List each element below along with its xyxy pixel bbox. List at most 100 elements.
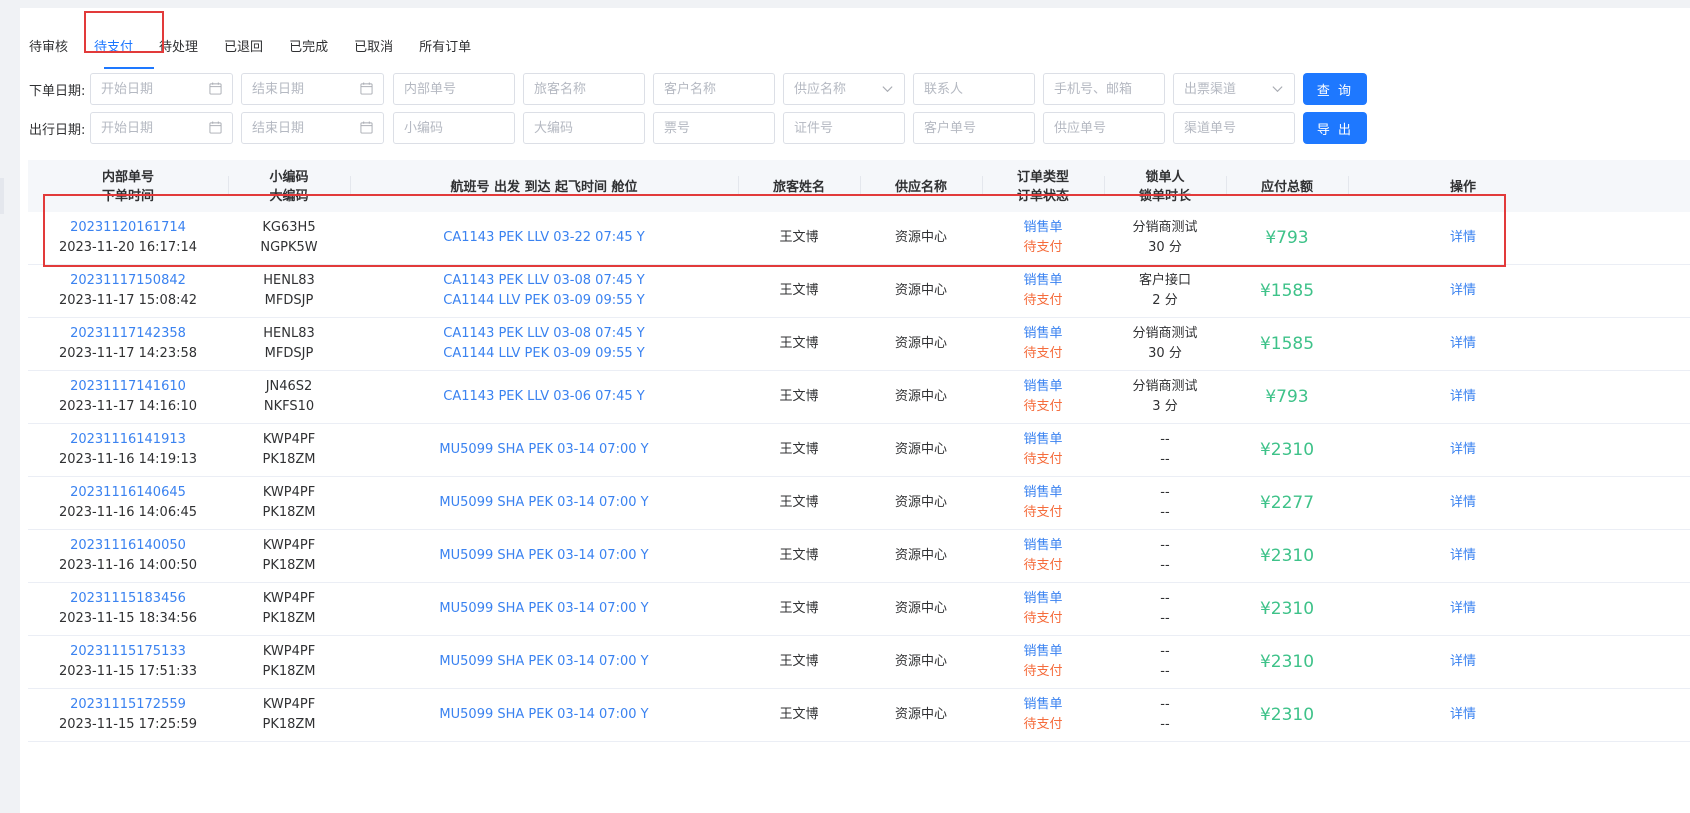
supplier-no-field[interactable] (1043, 112, 1165, 144)
tab-cancelled[interactable]: 已取消 (344, 28, 403, 68)
order-no-link[interactable]: 20231117150842 (70, 271, 186, 291)
tab-completed[interactable]: 已完成 (279, 28, 338, 68)
cell-actions: 详情 (1348, 689, 1578, 741)
flight-segment[interactable]: CA1143 PEK LLV 03-22 07:45 Y (443, 228, 644, 248)
supplier-no-input[interactable] (1044, 113, 1164, 143)
order-end-date-field[interactable] (241, 73, 384, 105)
details-link[interactable]: 详情 (1450, 334, 1476, 354)
order-no-link[interactable]: 20231120161714 (70, 218, 186, 238)
flight-segment[interactable]: CA1143 PEK LLV 03-06 07:45 Y (443, 387, 644, 407)
amount: ¥2310 (1259, 705, 1315, 725)
phone-email-input[interactable] (1044, 74, 1164, 104)
order-no-link[interactable]: 20231115175133 (70, 642, 186, 662)
order-type: 销售单 (1023, 273, 1063, 288)
supplier-select[interactable] (783, 73, 905, 105)
order-no-link[interactable]: 20231116140050 (70, 536, 186, 556)
order-start-date-field[interactable] (90, 73, 233, 105)
internal-no-input[interactable] (394, 74, 514, 104)
passenger-name: 王文博 (779, 601, 819, 616)
details-link[interactable]: 详情 (1450, 652, 1476, 672)
flight-segment[interactable]: MU5099 SHA PEK 03-14 07:00 Y (439, 599, 648, 619)
small-code: KWP4PF (262, 538, 316, 553)
cell-locker: -- -- (1104, 477, 1226, 529)
tab-pending-review[interactable]: 待审核 (20, 28, 78, 68)
order-no-link[interactable]: 20231115183456 (70, 589, 186, 609)
details-link[interactable]: 详情 (1450, 440, 1476, 460)
details-link[interactable]: 详情 (1450, 493, 1476, 513)
customer-no-input[interactable] (914, 113, 1034, 143)
flight-segment[interactable]: MU5099 SHA PEK 03-14 07:00 Y (439, 440, 648, 460)
details-link[interactable]: 详情 (1450, 546, 1476, 566)
supplier-name: 资源中心 (894, 548, 947, 563)
big-code-field[interactable] (523, 112, 645, 144)
flight-segment[interactable]: MU5099 SHA PEK 03-14 07:00 Y (439, 546, 648, 566)
id-no-field[interactable] (783, 112, 905, 144)
supplier-name: 资源中心 (894, 389, 947, 404)
internal-no-field[interactable] (393, 73, 515, 105)
cell-order: 20231116140645 2023-11-16 14:06:45 (28, 477, 228, 529)
channel-no-input[interactable] (1174, 113, 1294, 143)
small-code-input[interactable] (394, 113, 514, 143)
order-status: 待支付 (1023, 505, 1063, 520)
flight-segment[interactable]: MU5099 SHA PEK 03-14 07:00 Y (439, 493, 648, 513)
details-link[interactable]: 详情 (1450, 387, 1476, 407)
order-no-link[interactable]: 20231117142358 (70, 324, 186, 344)
small-code-field[interactable] (393, 112, 515, 144)
big-code-input[interactable] (524, 113, 644, 143)
details-link[interactable]: 详情 (1450, 599, 1476, 619)
details-link[interactable]: 详情 (1450, 228, 1476, 248)
customer-no-field[interactable] (913, 112, 1035, 144)
details-link[interactable]: 详情 (1450, 281, 1476, 301)
customer-field[interactable] (653, 73, 775, 105)
cell-codes: KWP4PF PK18ZM (228, 477, 350, 529)
passenger-name: 王文博 (779, 389, 819, 404)
ticket-no-input[interactable] (654, 113, 774, 143)
travel-end-date-field[interactable] (241, 112, 384, 144)
status-tabs: 待审核 待支付 待处理 已退回 已完成 已取消 所有订单 (20, 28, 487, 68)
order-no-link[interactable]: 20231116141913 (70, 430, 186, 450)
phone-email-field[interactable] (1043, 73, 1165, 105)
cell-codes: KWP4PF PK18ZM (228, 530, 350, 582)
cell-actions: 详情 (1348, 636, 1578, 688)
cell-supplier: 资源中心 (860, 530, 982, 582)
cell-codes: KWP4PF PK18ZM (228, 583, 350, 635)
order-no-link[interactable]: 20231116140645 (70, 483, 186, 503)
order-type: 销售单 (1023, 697, 1063, 712)
cell-locker: -- -- (1104, 530, 1226, 582)
tab-pending-payment[interactable]: 待支付 (84, 28, 143, 68)
big-code: PK18ZM (262, 505, 316, 520)
contact-field[interactable] (913, 73, 1035, 105)
passenger-input[interactable] (524, 74, 644, 104)
customer-input[interactable] (654, 74, 774, 104)
id-no-input[interactable] (784, 113, 904, 143)
flight-segment[interactable]: CA1143 PEK LLV 03-08 07:45 Y (443, 324, 644, 344)
cell-actions: 详情 (1348, 583, 1578, 635)
travel-start-date-field[interactable] (90, 112, 233, 144)
order-no-link[interactable]: 20231115172559 (70, 695, 186, 715)
channel-no-field[interactable] (1173, 112, 1295, 144)
tab-returned[interactable]: 已退回 (214, 28, 273, 68)
cell-amount: ¥1585 (1226, 265, 1348, 317)
flight-segment[interactable]: CA1144 LLV PEK 03-09 09:55 Y (443, 344, 644, 364)
tab-pending-process[interactable]: 待处理 (149, 28, 208, 68)
passenger-field[interactable] (523, 73, 645, 105)
supplier-name: 资源中心 (894, 336, 947, 351)
flight-segment[interactable]: CA1143 PEK LLV 03-08 07:45 Y (443, 271, 644, 291)
order-no-link[interactable]: 20231117141610 (70, 377, 186, 397)
export-button[interactable]: 导 出 (1303, 112, 1367, 144)
details-link[interactable]: 详情 (1450, 705, 1476, 725)
query-button[interactable]: 查 询 (1303, 73, 1367, 105)
channel-select[interactable] (1173, 73, 1295, 105)
calendar-icon (360, 82, 373, 95)
header-order-no: 内部单号 下单时间 (101, 170, 154, 204)
flight-segment[interactable]: CA1144 LLV PEK 03-09 09:55 Y (443, 291, 644, 311)
header-flight: 航班号 出发 到达 起飞时间 舱位 (450, 180, 638, 195)
contact-input[interactable] (914, 74, 1034, 104)
supplier-name: 资源中心 (894, 601, 947, 616)
locker-name: 分销商测试 (1132, 220, 1198, 235)
ticket-no-field[interactable] (653, 112, 775, 144)
tab-all-orders[interactable]: 所有订单 (409, 28, 481, 68)
flight-segment[interactable]: MU5099 SHA PEK 03-14 07:00 Y (439, 705, 648, 725)
flight-segment[interactable]: MU5099 SHA PEK 03-14 07:00 Y (439, 652, 648, 672)
order-status: 待支付 (1023, 558, 1063, 573)
